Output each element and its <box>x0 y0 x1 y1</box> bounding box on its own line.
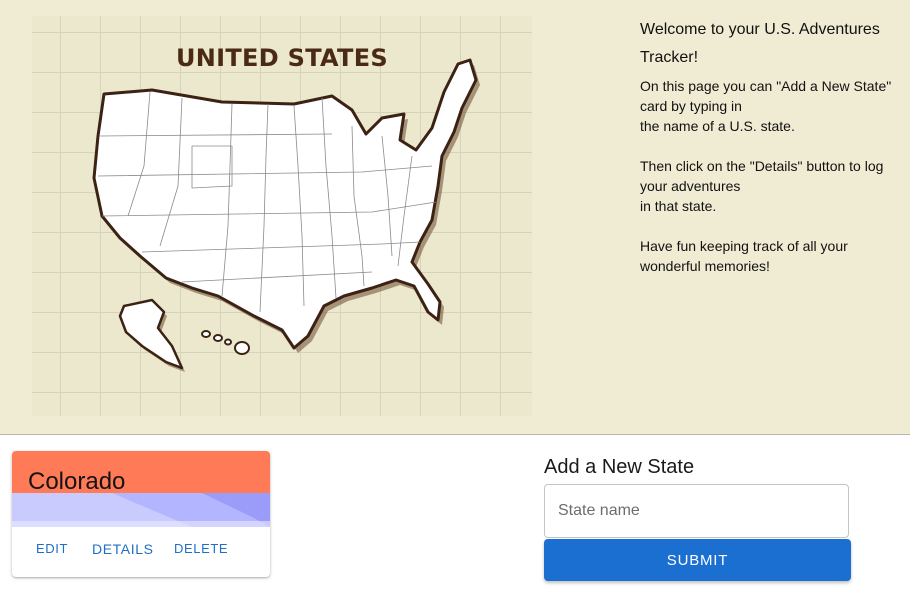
us-map-illustration <box>92 58 480 372</box>
hero-section: UNITED STATES Welcome to your U.S. Adven… <box>0 0 910 435</box>
card-title: Colorado <box>28 468 126 495</box>
card-header: Colorado <box>12 451 270 527</box>
intro-paragraph-3: Have fun keeping track of all your wonde… <box>640 236 905 276</box>
add-state-form: Add a New State SUBMIT <box>544 452 851 582</box>
intro-paragraph-1: On this page you can "Add a New State" c… <box>640 76 905 136</box>
intro-line: On this page you can "Add a New State" c… <box>640 78 892 114</box>
intro-line: the name of a U.S. state. <box>640 118 795 134</box>
card-actions: EDIT DETAILS DELETE <box>12 527 270 577</box>
intro-text: Welcome to your U.S. Adventures Tracker!… <box>640 16 905 296</box>
edit-button[interactable]: EDIT <box>36 541 68 556</box>
add-state-title: Add a New State <box>544 456 695 478</box>
us-map-image: UNITED STATES <box>32 16 532 416</box>
map-title: UNITED STATES <box>175 44 388 72</box>
intro-line: Then click on the "Details" button to lo… <box>640 158 884 194</box>
state-card: Colorado EDIT DETAILS DELETE <box>12 451 270 577</box>
intro-title: Welcome to your U.S. Adventures Tracker! <box>640 21 880 66</box>
intro-line: Have fun keeping track of all your wonde… <box>640 238 848 274</box>
intro-line: in that state. <box>640 198 717 214</box>
details-button[interactable]: DETAILS <box>92 541 154 557</box>
card-wave-decoration <box>12 493 270 527</box>
intro-paragraph-2: Then click on the "Details" button to lo… <box>640 156 905 216</box>
delete-button[interactable]: DELETE <box>174 541 228 556</box>
submit-button[interactable]: SUBMIT <box>544 539 851 581</box>
state-name-input[interactable] <box>544 484 849 538</box>
